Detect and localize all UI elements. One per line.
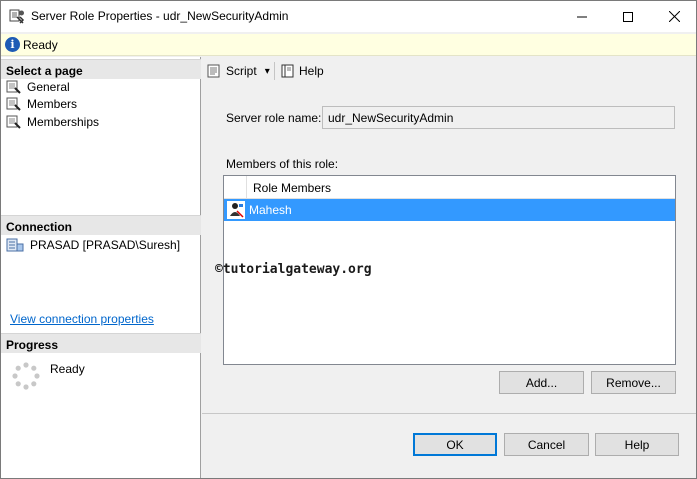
page-item-members[interactable]: Members <box>6 96 77 112</box>
script-button[interactable]: Script ▾ <box>207 64 270 78</box>
progress-header: Progress <box>1 333 201 353</box>
minimize-button[interactable] <box>559 1 605 32</box>
connection-header: Connection <box>1 215 201 235</box>
title-bar: Server Role Properties - udr_NewSecurity… <box>1 1 696 32</box>
server-role-name-field[interactable]: udr_NewSecurityAdmin <box>322 106 675 129</box>
status-text: Ready <box>23 38 58 52</box>
maximize-icon <box>623 11 633 22</box>
server-connection-icon <box>6 238 24 252</box>
add-button[interactable]: Add... <box>499 371 584 394</box>
help-toolbar-button[interactable]: Help <box>280 64 324 78</box>
progress-text: Ready <box>50 362 85 376</box>
members-label: Members of this role: <box>226 157 339 171</box>
help-button[interactable]: Help <box>595 433 679 456</box>
view-connection-properties-link[interactable]: View connection properties <box>10 312 154 326</box>
connection-text: PRASAD [PRASAD\Suresh] <box>30 238 181 252</box>
page-item-memberships[interactable]: Memberships <box>6 114 99 130</box>
minimize-icon <box>577 16 587 17</box>
cancel-button[interactable]: Cancel <box>504 433 589 456</box>
wrench-icon <box>6 80 21 94</box>
info-icon: i <box>5 37 20 52</box>
page-item-label: Members <box>27 97 78 111</box>
grid-header-icon-column <box>224 176 247 198</box>
wrench-icon <box>6 97 21 111</box>
help-toolbar-label: Help <box>299 64 324 78</box>
maximize-button[interactable] <box>605 1 651 32</box>
close-icon <box>668 11 680 22</box>
wrench-icon <box>6 115 21 129</box>
grid-header: Role Members <box>224 176 675 199</box>
server-role-icon <box>9 9 25 24</box>
progress-spinner-icon <box>12 362 40 390</box>
server-role-name-label: Server role name: <box>226 111 322 125</box>
toolbar-separator <box>274 62 275 80</box>
close-button[interactable] <box>651 1 696 32</box>
connection-info: PRASAD [PRASAD\Suresh] <box>6 237 180 253</box>
ok-button[interactable]: OK <box>413 433 497 456</box>
status-bar: i Ready <box>1 34 696 56</box>
window-title: Server Role Properties - udr_NewSecurity… <box>31 9 289 23</box>
remove-button[interactable]: Remove... <box>591 371 676 394</box>
page-item-label: General <box>27 80 70 94</box>
page-item-general[interactable]: General <box>6 79 70 95</box>
watermark-text: ©tutorialgateway.org <box>215 262 372 277</box>
role-members-column-header[interactable]: Role Members <box>253 181 331 195</box>
user-icon <box>227 201 245 219</box>
select-page-header: Select a page <box>1 59 201 79</box>
page-item-label: Memberships <box>27 115 100 129</box>
member-name: Mahesh <box>249 203 292 217</box>
left-pane: Select a page General Members Membership… <box>1 57 201 478</box>
script-icon <box>207 64 220 78</box>
bottom-separator <box>202 413 696 414</box>
table-row[interactable]: Mahesh <box>224 199 675 221</box>
script-label: Script <box>226 64 257 78</box>
toolbar: Script ▾ Help <box>202 57 696 85</box>
dialog-window: Server Role Properties - udr_NewSecurity… <box>0 0 697 479</box>
chevron-down-icon[interactable]: ▾ <box>265 66 270 77</box>
help-book-icon <box>281 64 294 78</box>
